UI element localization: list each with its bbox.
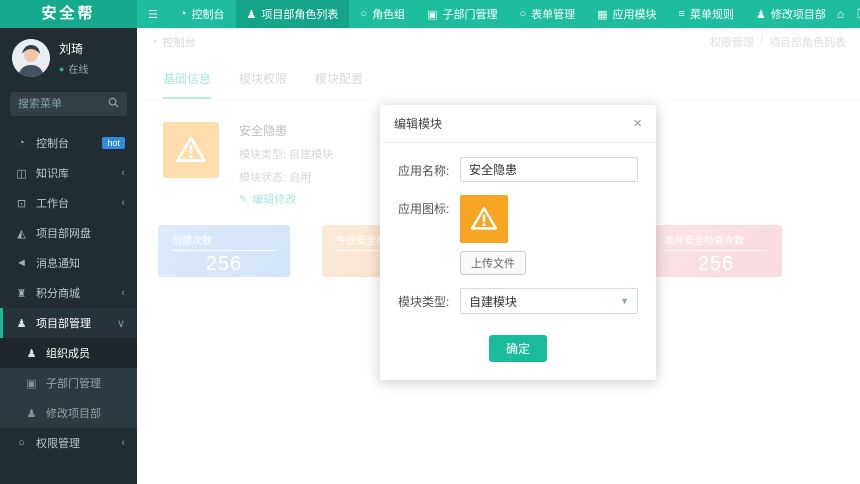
user-icon: ♟ — [26, 407, 37, 420]
sidebar-item-points-mall[interactable]: ♜ 积分商城 ‹ — [0, 278, 137, 308]
module-type-label: 模块类型: — [398, 295, 450, 309]
sidebar-item-permissions[interactable]: ○ 权限管理 ‹ — [0, 428, 137, 458]
chevron-left-icon: ‹ — [121, 437, 125, 449]
sidebar: 刘琦 ● 在线 ◔ 控制台 hot ◫ 知识库 ‹ ⊡ 工作台 ‹ ◭ 项目部网… — [0, 28, 137, 484]
module-type-value: 自建模块 — [469, 294, 518, 309]
circle-icon: ○ — [18, 437, 25, 449]
topbar-right: ⌂ ❐ ⤢ 刘琦 ⚙ — [837, 0, 860, 28]
speaker-icon: ◄ — [16, 257, 27, 269]
sidebar-item-project-management[interactable]: ♟ 项目部管理 ∨ — [0, 308, 137, 338]
sidebar-item-org-members[interactable]: ♟ 组织成员 — [0, 338, 137, 368]
sidebar-item-sub-department[interactable]: ▣ 子部门管理 — [0, 368, 137, 398]
circle-icon: ○ — [519, 8, 527, 20]
module-type-row: 模块类型: 自建模块 ▼ — [398, 288, 638, 314]
table-icon: ▦ — [597, 8, 608, 21]
warning-triangle-icon — [460, 195, 508, 243]
user-icon: ♟ — [26, 347, 37, 360]
sidebar-item-project-drive[interactable]: ◭ 项目部网盘 — [0, 218, 137, 248]
dashboard-icon: ◔ — [18, 137, 25, 149]
confirm-button[interactable]: 确定 — [488, 335, 547, 362]
dialog-body: 应用名称: 应用图标: 上传文件 模块类型: 自建模块 ▼ — [380, 143, 656, 331]
caret-down-icon: ▼ — [620, 296, 629, 306]
sidebar-toggle-button[interactable]: ☰ — [137, 0, 169, 28]
circle-icon: ○ — [360, 8, 368, 20]
topbar: 安全帮 ☰ ◔ 控制台 ♟ 项目部角色列表 ○ 角色组 ▣ 子部门管理 ○ 表单… — [0, 0, 860, 28]
avatar — [12, 39, 50, 77]
dialog-footer: 确定 — [380, 331, 656, 380]
app-icon-upload-group: 上传文件 — [460, 195, 526, 275]
dialog-title: 编辑模块 — [394, 117, 443, 131]
app-name-label: 应用名称: — [398, 164, 450, 178]
chevron-left-icon: ‹ — [121, 197, 125, 209]
online-dot-icon: ● — [59, 63, 65, 74]
topnav-form-management[interactable]: ○ 表单管理 — [508, 0, 586, 28]
sidebar-user-status: ● 在线 — [59, 63, 89, 77]
hamburger-icon: ☰ — [148, 8, 158, 21]
search-icon — [108, 97, 119, 111]
sidebar-user-name: 刘琦 — [59, 42, 84, 56]
sidebar-item-notifications[interactable]: ◄ 消息通知 — [0, 248, 137, 278]
bank-icon: ♜ — [16, 287, 27, 300]
hot-badge: hot — [102, 136, 125, 150]
main-content: ◔ 控制台 权限管理 / 项目部角色列表 基础信息 模块权限 模块配置 安全隐患… — [137, 28, 860, 484]
app-icon-label: 应用图标: — [398, 202, 450, 216]
sidebar-search[interactable] — [10, 92, 127, 116]
close-icon[interactable]: × — [633, 116, 642, 131]
user-icon: ♟ — [755, 8, 766, 21]
topnav-role-group[interactable]: ○ 角色组 — [349, 0, 416, 28]
topnav-menu-rules[interactable]: ≡ 菜单规则 — [668, 0, 745, 28]
sidebar-item-workbench[interactable]: ⊡ 工作台 ‹ — [0, 188, 137, 218]
desktop-icon: ⊡ — [16, 197, 27, 210]
app-brand: 安全帮 — [0, 0, 137, 28]
topnav-project-role-list[interactable]: ♟ 项目部角色列表 — [235, 0, 350, 28]
topnav-edit-project[interactable]: ♟ 修改项目部 — [745, 0, 837, 28]
briefcase-icon: ▣ — [427, 8, 438, 21]
topnav-app-modules[interactable]: ▦ 应用模块 — [586, 0, 667, 28]
home-icon[interactable]: ⌂ — [837, 7, 844, 21]
sidebar-item-edit-project[interactable]: ♟ 修改项目部 — [0, 398, 137, 428]
list-icon: ≡ — [678, 8, 685, 20]
dashboard-icon: ◔ — [179, 8, 187, 20]
app-name-input[interactable] — [460, 157, 638, 182]
chart-icon: ◭ — [17, 227, 26, 240]
chevron-left-icon: ‹ — [121, 287, 125, 299]
briefcase-icon: ▣ — [26, 377, 37, 390]
edit-module-dialog: 编辑模块 × 应用名称: 应用图标: 上传文件 模块类型: 自建模块 — [380, 105, 656, 380]
users-icon: ♟ — [16, 317, 27, 330]
app-name-row: 应用名称: — [398, 157, 638, 182]
chevron-left-icon: ‹ — [121, 167, 125, 179]
knowledge-icon: ◫ — [16, 167, 27, 180]
upload-file-button[interactable]: 上传文件 — [460, 251, 526, 275]
sidebar-submenu: ♟ 组织成员 ▣ 子部门管理 ♟ 修改项目部 — [0, 338, 137, 428]
app-icon-row: 应用图标: 上传文件 — [398, 195, 638, 275]
module-type-select[interactable]: 自建模块 ▼ — [460, 288, 638, 314]
topnav-sub-department[interactable]: ▣ 子部门管理 — [416, 0, 508, 28]
topnav-dashboard[interactable]: ◔ 控制台 — [169, 0, 236, 28]
sidebar-user-panel: 刘琦 ● 在线 — [0, 28, 137, 90]
dialog-header: 编辑模块 × — [380, 105, 656, 143]
sidebar-item-knowledge-base[interactable]: ◫ 知识库 ‹ — [0, 158, 137, 188]
users-icon: ♟ — [246, 8, 257, 21]
sidebar-item-dashboard[interactable]: ◔ 控制台 hot — [0, 128, 137, 158]
search-input[interactable] — [18, 98, 104, 110]
chevron-down-icon: ∨ — [116, 317, 125, 330]
